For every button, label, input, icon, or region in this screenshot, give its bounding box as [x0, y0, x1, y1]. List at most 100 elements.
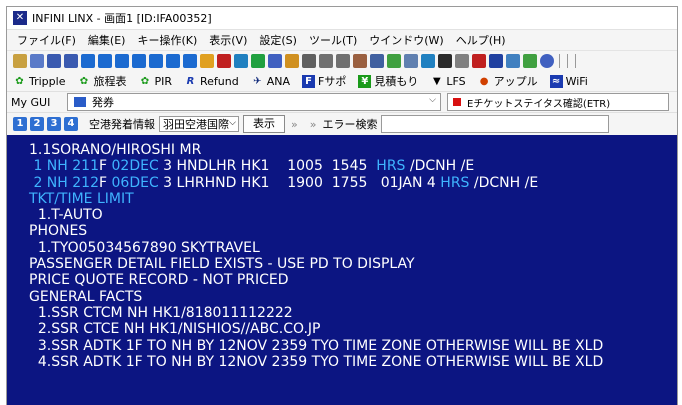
etr-select[interactable]: Eチケットステイタス確認(ETR) — [447, 93, 669, 111]
terminal-text: TKT/TIME LIMIT — [29, 190, 134, 207]
menu-view[interactable]: 表示(V) — [203, 32, 253, 48]
terminal-text: 1.T-AUTO — [29, 207, 103, 224]
search-icon[interactable] — [404, 54, 418, 68]
quick-lfs[interactable]: ▼ LFS — [430, 75, 466, 88]
chevron-down-icon[interactable]: ⌵ — [429, 95, 436, 105]
terminal-line: 4.SSR ADTK 1F TO NH BY 12NOV 2359 TYO TI… — [7, 354, 677, 370]
menu-tools[interactable]: ツール(T) — [303, 32, 363, 48]
screen4-icon[interactable] — [132, 54, 146, 68]
screen5-icon[interactable] — [149, 54, 163, 68]
quick-apple[interactable]: ● アップル — [478, 73, 538, 89]
arrow-icon[interactable] — [30, 54, 44, 68]
quick-itinerary[interactable]: ✿ 旅程表 — [77, 73, 127, 89]
edit-icon[interactable] — [200, 54, 214, 68]
split-icon[interactable] — [183, 54, 197, 68]
quick-fsupport[interactable]: F Fサポ — [302, 73, 346, 89]
terminal-line: 1.SSR CTCM NH HK1/818011112222 — [7, 305, 677, 321]
menu-edit[interactable]: 編集(E) — [82, 32, 132, 48]
terminal-line: GENERAL FACTS — [7, 289, 677, 305]
yen-icon: ¥ — [358, 74, 372, 88]
grid-icon[interactable] — [455, 54, 469, 68]
screen-button-2[interactable]: 2 — [30, 117, 44, 131]
terminal-text: 1.SSR CTCM NH HK1/818011112222 — [29, 304, 293, 321]
dlg-icon[interactable] — [268, 54, 282, 68]
calc-icon[interactable] — [438, 54, 452, 68]
quick-link-bar: ✿ Tripple ✿ 旅程表 ✿ PIR R Refund ✈ ANA F Fサポ ¥ 見積… — [7, 71, 677, 91]
airport-combo[interactable]: 羽田空港国際 ⌵ — [159, 116, 239, 132]
et-icon[interactable] — [489, 54, 503, 68]
airport-info-label: 空港発着情報 — [89, 118, 155, 131]
terminal-screen[interactable]: 1.1SORANO/HIROSHI MR 1 NH 211F 02DEC 3 H… — [7, 135, 677, 405]
delete-icon[interactable] — [217, 54, 231, 68]
chart-icon[interactable] — [421, 54, 435, 68]
clover-icon: ✿ — [15, 75, 24, 87]
quick-label: 見積もり — [374, 75, 419, 88]
hot-icon[interactable] — [370, 54, 384, 68]
screen3-icon[interactable] — [115, 54, 129, 68]
gui-selected-value: 発券 — [92, 96, 114, 109]
favorite-icon[interactable] — [285, 54, 299, 68]
menu-file[interactable]: ファイル(F) — [11, 32, 82, 48]
print-icon[interactable] — [302, 54, 316, 68]
quick-label: ANA — [266, 74, 291, 88]
menu-help[interactable]: ヘルプ(H) — [450, 32, 512, 48]
window-icon[interactable] — [166, 54, 180, 68]
terminal-text: 02DEC — [111, 158, 159, 175]
quick-refund[interactable]: R Refund — [184, 75, 239, 88]
terminal-text: 06DEC — [111, 174, 159, 191]
terminal-text: F — [98, 158, 112, 175]
terminal-text: PRICE QUOTE RECORD - NOT PRICED — [29, 272, 289, 289]
chevron-right-icon[interactable]: » — [291, 118, 298, 131]
terminal-line: 1.T-AUTO — [7, 207, 677, 223]
screen2-icon[interactable] — [98, 54, 112, 68]
chevron-right-icon[interactable]: » — [310, 118, 317, 131]
clipboard-icon[interactable] — [336, 54, 350, 68]
menu-window[interactable]: ウインドウ(W) — [363, 32, 449, 48]
terminal-text: PHONES — [29, 223, 88, 240]
toolbar-separator — [567, 54, 568, 68]
tfm-icon[interactable] — [506, 54, 520, 68]
error-search-input[interactable] — [381, 115, 610, 133]
terminal-text: 4.SSR ADTK 1F TO NH BY 12NOV 2359 TYO TI… — [29, 353, 604, 370]
terminal-line: 3.SSR ADTK 1F TO NH BY 12NOV 2359 TYO TI… — [7, 338, 677, 354]
screen1-icon[interactable] — [81, 54, 95, 68]
terminal-text: PASSENGER DETAIL FIELD EXISTS - USE PD T… — [29, 256, 415, 273]
quick-tripple[interactable]: ✿ Tripple — [13, 75, 65, 88]
terminal-text: 3 LHRHND HK1 1900 1755 01JAN 4 — [158, 174, 441, 191]
title-bar[interactable]: ✕ INFINI LINX - 画面1 [ID:IFA00352] — [7, 7, 677, 30]
step-icon[interactable] — [64, 54, 78, 68]
app-window: ✕ INFINI LINX - 画面1 [ID:IFA00352] ファイル(F… — [6, 6, 678, 405]
etr-label: Eチケットステイタス確認(ETR) — [467, 98, 611, 110]
sdi-icon[interactable] — [13, 54, 27, 68]
screen-button-3[interactable]: 3 — [47, 117, 61, 131]
cart-icon: ▼ — [432, 75, 441, 87]
terminal-line: 1.TYO05034567890 SKYTRAVEL — [7, 240, 677, 256]
terminal-line: PRICE QUOTE RECORD - NOT PRICED — [7, 272, 677, 288]
quick-wifi[interactable]: ≈ WiFi — [549, 74, 588, 88]
dup-icon[interactable] — [251, 54, 265, 68]
terminal-line: PASSENGER DETAIL FIELD EXISTS - USE PD T… — [7, 256, 677, 272]
tax-icon[interactable] — [472, 54, 486, 68]
plane-icon: ✈ — [253, 75, 262, 87]
screen-button-4[interactable]: 4 — [64, 117, 78, 131]
menu-settings[interactable]: 設定(S) — [253, 32, 303, 48]
quick-pir[interactable]: ✿ PIR — [138, 75, 172, 88]
menu-key[interactable]: キー操作(K) — [131, 32, 203, 48]
name-icon[interactable] — [387, 54, 401, 68]
toolbar-separator — [575, 54, 576, 68]
airport-combo-value: 羽田空港国際 — [163, 118, 229, 131]
layout-icon[interactable] — [234, 54, 248, 68]
copy-icon[interactable] — [319, 54, 333, 68]
gui-select[interactable]: 発券 ⌵ — [67, 93, 441, 111]
chevron-down-icon[interactable]: ⌵ — [229, 118, 236, 128]
play-icon[interactable] — [47, 54, 61, 68]
show-button[interactable]: 表示 — [243, 115, 285, 133]
terminal-text: F — [98, 174, 112, 191]
book-icon[interactable] — [353, 54, 367, 68]
refresh-icon[interactable] — [523, 54, 537, 68]
terminal-text: 1 NH 211 — [29, 158, 99, 175]
help-icon[interactable] — [540, 54, 554, 68]
quick-ana[interactable]: ✈ ANA — [251, 75, 290, 88]
screen-button-1[interactable]: 1 — [13, 117, 27, 131]
quick-estimate[interactable]: ¥ 見積もり — [358, 73, 418, 89]
